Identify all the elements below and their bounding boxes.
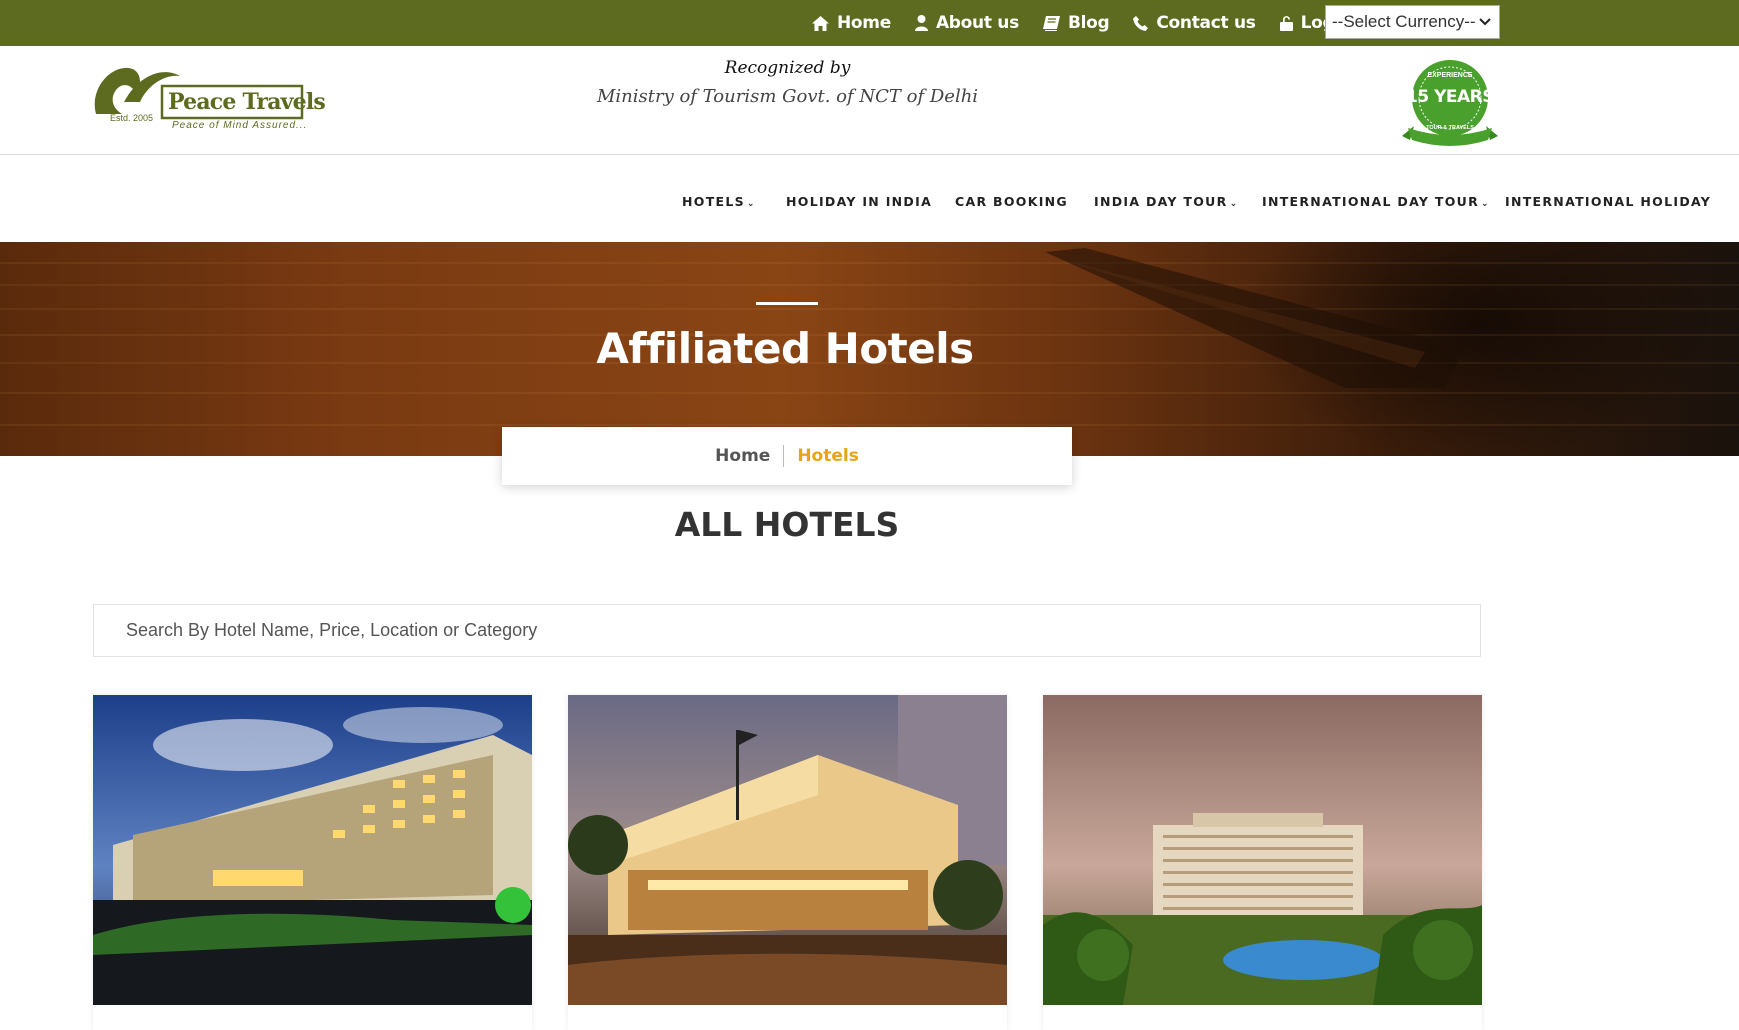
top-link-home-label: Home bbox=[837, 13, 891, 33]
chevron-down-icon: ⌄ bbox=[746, 199, 756, 209]
nav-item-india-day-tour-label: INDIA DAY TOUR bbox=[1094, 194, 1228, 209]
breadcrumb-current: Hotels bbox=[797, 446, 859, 466]
hotel-card[interactable] bbox=[1043, 695, 1482, 1030]
nav-item-international-day-tour-label: INTERNATIONAL DAY TOUR bbox=[1262, 194, 1480, 209]
nav-item-international-holiday[interactable]: INTERNATIONAL HOLIDAY bbox=[1505, 194, 1711, 209]
user-icon bbox=[914, 15, 928, 31]
logo[interactable]: Peace Travels Estd. 2005 Peace of Mind A… bbox=[92, 62, 326, 134]
nav-item-international-holiday-label: INTERNATIONAL HOLIDAY bbox=[1505, 194, 1712, 209]
chevron-down-icon bbox=[1479, 18, 1491, 26]
logo-tagline: Peace of Mind Assured... bbox=[172, 120, 308, 131]
search-input[interactable] bbox=[94, 605, 1480, 656]
main-nav: HOTELS ⌄ HOLIDAY IN INDIA CAR BOOKING IND… bbox=[0, 156, 1739, 242]
hotel-image bbox=[1043, 695, 1482, 1005]
top-link-about[interactable]: About us bbox=[914, 13, 1019, 33]
hero-banner: Affiliated Hotels bbox=[0, 242, 1739, 456]
logo-estd: Estd. 2005 bbox=[110, 113, 154, 123]
badge-top-text: EXPERIENCE bbox=[1427, 72, 1473, 79]
breadcrumb-home[interactable]: Home bbox=[715, 446, 770, 466]
search-box bbox=[93, 604, 1481, 657]
hero-divider bbox=[756, 302, 818, 305]
currency-select-value: --Select Currency-- bbox=[1332, 12, 1476, 31]
chevron-down-icon: ⌄ bbox=[1481, 199, 1490, 209]
home-icon bbox=[812, 15, 829, 31]
breadcrumb: Home Hotels bbox=[502, 427, 1072, 485]
page-title: Affiliated Hotels bbox=[596, 324, 974, 373]
recognized-by-label: Recognized by bbox=[724, 58, 851, 78]
hotel-card[interactable] bbox=[568, 695, 1007, 1030]
lock-icon bbox=[1279, 16, 1293, 31]
section-title: ALL HOTELS bbox=[674, 505, 900, 544]
top-link-contact[interactable]: Contact us bbox=[1133, 13, 1256, 33]
chevron-down-icon: ⌄ bbox=[1229, 199, 1239, 209]
top-link-about-label: About us bbox=[935, 13, 1019, 33]
top-link-blog[interactable]: Blog bbox=[1042, 13, 1110, 33]
badge-bottom-text: TOUR & TRAVELS bbox=[1426, 125, 1474, 131]
experience-badge: EXPERIENCE 15 YEARS TOUR & TRAVELS bbox=[1400, 60, 1500, 148]
hotel-card[interactable] bbox=[93, 695, 532, 1030]
recognition-block: Recognized by Ministry of Tourism Govt. … bbox=[560, 58, 1015, 107]
ministry-label: Ministry of Tourism Govt. of NCT of Delh… bbox=[596, 86, 979, 107]
top-link-blog-label: Blog bbox=[1067, 13, 1110, 33]
hotel-image bbox=[93, 695, 532, 1005]
breadcrumb-separator bbox=[783, 445, 785, 467]
nav-item-car-booking-label: CAR BOOKING bbox=[955, 194, 1068, 209]
book-icon bbox=[1042, 15, 1060, 31]
nav-item-holiday-in-india[interactable]: HOLIDAY IN INDIA bbox=[786, 194, 932, 209]
currency-select[interactable]: --Select Currency-- bbox=[1325, 5, 1500, 39]
top-bar: Home About us Blog Contact us Login --Se… bbox=[0, 0, 1739, 46]
nav-item-hotels[interactable]: HOTELS ⌄ bbox=[682, 194, 756, 209]
phone-icon bbox=[1133, 15, 1149, 31]
hotel-image bbox=[568, 695, 1007, 1005]
top-nav: Home About us Blog Contact us Login bbox=[812, 0, 1376, 46]
logo-text: Peace Travels bbox=[168, 89, 326, 115]
nav-item-car-booking[interactable]: CAR BOOKING bbox=[955, 194, 1068, 209]
nav-item-india-day-tour[interactable]: INDIA DAY TOUR ⌄ bbox=[1094, 194, 1238, 209]
top-link-home[interactable]: Home bbox=[812, 13, 891, 33]
top-link-contact-label: Contact us bbox=[1156, 13, 1256, 33]
nav-item-holiday-label: HOLIDAY IN INDIA bbox=[786, 194, 933, 209]
boat-image bbox=[1045, 248, 1465, 388]
nav-item-international-day-tour[interactable]: INTERNATIONAL DAY TOUR ⌄ bbox=[1262, 194, 1490, 209]
badge-main-text: 15 YEARS bbox=[1406, 87, 1495, 107]
nav-item-hotels-label: HOTELS bbox=[682, 194, 745, 209]
